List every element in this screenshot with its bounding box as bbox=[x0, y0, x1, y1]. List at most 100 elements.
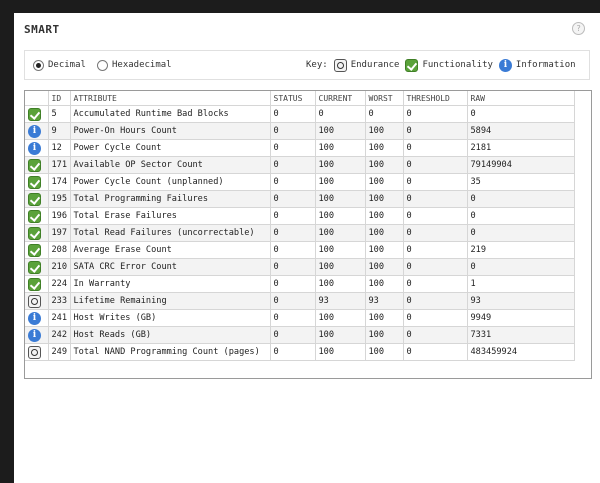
col-header-raw[interactable]: RAW bbox=[467, 91, 575, 106]
cell-raw: 0 bbox=[467, 258, 575, 276]
table-row[interactable]: 224 In Warranty 0 100 100 0 1 bbox=[25, 275, 575, 293]
cell-threshold: 0 bbox=[403, 241, 468, 259]
cell-raw: 35 bbox=[467, 173, 575, 191]
cell-threshold: 0 bbox=[403, 105, 468, 123]
functionality-icon bbox=[28, 226, 41, 240]
cell-status: 0 bbox=[270, 258, 316, 276]
cell-id: 196 bbox=[48, 207, 71, 225]
cell-current: 100 bbox=[315, 326, 366, 344]
col-header-worst[interactable]: WORST bbox=[365, 91, 404, 106]
table-row[interactable]: 197 Total Read Failures (uncorrectable) 0 1… bbox=[25, 224, 575, 242]
functionality-icon bbox=[28, 158, 41, 172]
row-icon-cell bbox=[25, 190, 49, 208]
smart-table: ID ATTRIBUTE STATUS CURRENT WORST THRESH… bbox=[25, 91, 575, 361]
col-header-icon bbox=[25, 91, 49, 106]
functionality-icon bbox=[28, 243, 41, 257]
information-icon: i bbox=[28, 124, 41, 138]
functionality-icon bbox=[405, 58, 419, 72]
cell-current: 100 bbox=[315, 173, 366, 191]
cell-current: 100 bbox=[315, 207, 366, 225]
table-row[interactable]: 233 Lifetime Remaining 0 93 93 0 93 bbox=[25, 292, 575, 310]
cell-threshold: 0 bbox=[403, 139, 468, 157]
radio-hexadecimal-label: Hexadecimal bbox=[112, 60, 172, 70]
cell-threshold: 0 bbox=[403, 190, 468, 208]
cell-id: 195 bbox=[48, 190, 71, 208]
col-header-attribute[interactable]: ATTRIBUTE bbox=[70, 91, 271, 106]
cell-worst: 100 bbox=[365, 139, 404, 157]
table-row[interactable]: 196 Total Erase Failures 0 100 100 0 0 bbox=[25, 207, 575, 225]
cell-id: 241 bbox=[48, 309, 71, 327]
cell-raw: 1 bbox=[467, 275, 575, 293]
cell-attribute: Accumulated Runtime Bad Blocks bbox=[70, 105, 271, 123]
cell-status: 0 bbox=[270, 122, 316, 140]
cell-id: 197 bbox=[48, 224, 71, 242]
table-row[interactable]: i 241 Host Writes (GB) 0 100 100 0 9949 bbox=[25, 309, 575, 327]
radio-decimal-circle[interactable] bbox=[33, 59, 44, 71]
cell-current: 100 bbox=[315, 224, 366, 242]
cell-current: 100 bbox=[315, 241, 366, 259]
radio-hexadecimal-circle[interactable] bbox=[97, 59, 108, 71]
information-icon: i bbox=[28, 328, 41, 342]
cell-threshold: 0 bbox=[403, 258, 468, 276]
cell-current: 100 bbox=[315, 343, 366, 361]
cell-worst: 100 bbox=[365, 343, 404, 361]
cell-worst: 100 bbox=[365, 173, 404, 191]
row-icon-cell: i bbox=[25, 139, 49, 157]
cell-id: 9 bbox=[48, 122, 71, 140]
table-row[interactable]: 195 Total Programming Failures 0 100 100 0 0 bbox=[25, 190, 575, 208]
panel-title: SMART bbox=[24, 23, 60, 36]
cell-raw: 93 bbox=[467, 292, 575, 310]
cell-threshold: 0 bbox=[403, 292, 468, 310]
cell-id: 12 bbox=[48, 139, 71, 157]
cell-attribute: Power Cycle Count bbox=[70, 139, 271, 157]
table-row[interactable]: i 9 Power-On Hours Count 0 100 100 0 5894 bbox=[25, 122, 575, 140]
col-header-id[interactable]: ID bbox=[48, 91, 71, 106]
table-row[interactable]: 210 SATA CRC Error Count 0 100 100 0 0 bbox=[25, 258, 575, 276]
functionality-icon bbox=[28, 277, 41, 291]
help-icon[interactable]: ? bbox=[572, 22, 585, 35]
cell-attribute: Total Programming Failures bbox=[70, 190, 271, 208]
row-icon-cell bbox=[25, 224, 49, 242]
col-header-status[interactable]: STATUS bbox=[270, 91, 316, 106]
cell-attribute: In Warranty bbox=[70, 275, 271, 293]
radio-hexadecimal[interactable]: Hexadecimal bbox=[97, 58, 172, 72]
cell-threshold: 0 bbox=[403, 224, 468, 242]
cell-raw: 2181 bbox=[467, 139, 575, 157]
table-row[interactable]: 249 Total NAND Programming Count (pages) 0… bbox=[25, 343, 575, 361]
cell-id: 210 bbox=[48, 258, 71, 276]
cell-worst: 100 bbox=[365, 275, 404, 293]
cell-status: 0 bbox=[270, 309, 316, 327]
cell-current: 93 bbox=[315, 292, 366, 310]
options-bar: Decimal Hexadecimal Key: Endurance Funct… bbox=[24, 50, 590, 80]
table-row[interactable]: i 242 Host Reads (GB) 0 100 100 0 7331 bbox=[25, 326, 575, 344]
table-row[interactable]: i 12 Power Cycle Count 0 100 100 0 2181 bbox=[25, 139, 575, 157]
cell-current: 100 bbox=[315, 190, 366, 208]
radio-decimal[interactable]: Decimal bbox=[33, 58, 86, 72]
cell-raw: 219 bbox=[467, 241, 575, 259]
cell-attribute: Available OP Sector Count bbox=[70, 156, 271, 174]
cell-threshold: 0 bbox=[403, 207, 468, 225]
cell-threshold: 0 bbox=[403, 122, 468, 140]
row-icon-cell bbox=[25, 173, 49, 191]
table-body: 5 Accumulated Runtime Bad Blocks 0 0 0 0 0 i 9 Po… bbox=[25, 105, 575, 361]
table-row[interactable]: 208 Average Erase Count 0 100 100 0 219 bbox=[25, 241, 575, 259]
cell-raw: 483459924 bbox=[467, 343, 575, 361]
row-icon-cell bbox=[25, 275, 49, 293]
smart-table-container[interactable]: ID ATTRIBUTE STATUS CURRENT WORST THRESH… bbox=[24, 90, 592, 379]
cell-status: 0 bbox=[270, 156, 316, 174]
cell-raw: 0 bbox=[467, 105, 575, 123]
radio-decimal-label: Decimal bbox=[48, 60, 86, 70]
cell-current: 0 bbox=[315, 105, 366, 123]
cell-status: 0 bbox=[270, 190, 316, 208]
table-row[interactable]: 171 Available OP Sector Count 0 100 100 0 7914… bbox=[25, 156, 575, 174]
cell-raw: 0 bbox=[467, 224, 575, 242]
cell-attribute: Host Reads (GB) bbox=[70, 326, 271, 344]
col-header-current[interactable]: CURRENT bbox=[315, 91, 366, 106]
row-icon-cell bbox=[25, 292, 49, 310]
table-row[interactable]: 174 Power Cycle Count (unplanned) 0 100 100 0… bbox=[25, 173, 575, 191]
table-row[interactable]: 5 Accumulated Runtime Bad Blocks 0 0 0 0 0 bbox=[25, 105, 575, 123]
col-header-threshold[interactable]: THRESHOLD bbox=[403, 91, 468, 106]
cell-attribute: Lifetime Remaining bbox=[70, 292, 271, 310]
functionality-icon bbox=[28, 260, 41, 274]
table-header-row: ID ATTRIBUTE STATUS CURRENT WORST THRESH… bbox=[25, 91, 575, 106]
